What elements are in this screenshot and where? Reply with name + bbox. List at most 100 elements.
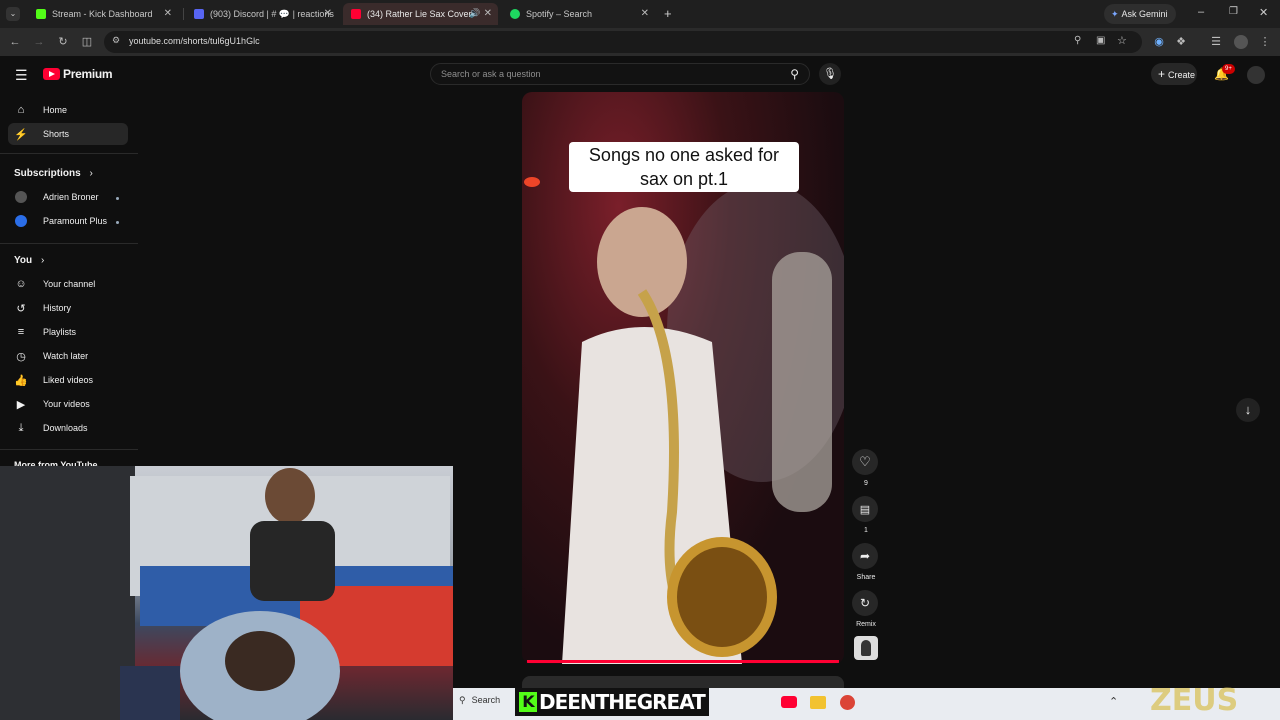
address-bar[interactable]: ⚙ youtube.com/shorts/tul6gU1hGlc ⚲ ▣ ☆ — [104, 31, 1142, 53]
sidebar-divider — [0, 449, 138, 450]
subscriptions-heading[interactable]: Subscriptions › — [14, 168, 93, 179]
sidebar-item-label: Liked videos — [43, 375, 94, 385]
folder-app-icon[interactable] — [810, 696, 826, 709]
install-app-icon[interactable]: ▣ — [1096, 35, 1105, 46]
close-tab-icon[interactable]: ✕ — [641, 8, 649, 19]
share-label: Share — [856, 574, 876, 581]
next-short-button[interactable]: ↓ — [1236, 398, 1260, 422]
tab-label: Spotify – Search — [526, 9, 593, 19]
minimize-window-icon[interactable]: – — [1198, 6, 1204, 18]
sidebar-item-label: Paramount Plus — [43, 216, 108, 226]
search-input[interactable]: Search or ask a question ⚲ — [430, 63, 810, 85]
sidebar-item-your-channel[interactable]: ☺ Your channel — [8, 273, 128, 295]
youtube-favicon-icon — [351, 9, 361, 19]
restore-window-icon[interactable]: ❐ — [1229, 6, 1238, 17]
channel-avatar — [15, 215, 27, 227]
close-tab-icon[interactable]: ✕ — [164, 8, 172, 19]
new-tab-icon[interactable]: + — [664, 6, 672, 21]
sidebar-item-label: Your videos — [43, 399, 90, 409]
tab-discord[interactable]: (903) Discord | # 💬 | reactions ✕ — [186, 3, 338, 25]
sidebar-item-your-videos[interactable]: ▶ Your videos — [8, 393, 128, 415]
tray-chevron-up-icon[interactable]: ⌃ — [1109, 695, 1118, 708]
zeus-watermark-logo: ZEUS — [1150, 683, 1239, 718]
webcam-video-image — [0, 466, 453, 720]
caption-line-1: Songs no one asked for — [588, 145, 780, 165]
sidebar-item-label: History — [43, 303, 72, 313]
close-window-icon[interactable]: ✕ — [1259, 6, 1268, 19]
chevron-right-icon: › — [89, 168, 93, 179]
clock-icon: ◷ — [16, 350, 26, 363]
tab-divider — [183, 8, 184, 20]
browser-toolbar: ← → ↻ ◫ ⚙ youtube.com/shorts/tul6gU1hGlc… — [0, 28, 1280, 56]
you-heading[interactable]: You › — [14, 255, 44, 266]
create-button[interactable]: + Create — [1151, 63, 1197, 85]
back-arrow-icon[interactable]: ← — [8, 35, 22, 49]
thumb-icon: 👍 — [14, 374, 28, 387]
sidebar-item-shorts[interactable]: ⚡ Shorts — [8, 123, 128, 145]
split-view-icon[interactable]: ◫ — [80, 35, 94, 49]
tab-youtube-short[interactable]: (34) Rather Lie Sax Cover - 🔊 ✕ — [343, 3, 498, 25]
sidebar-item-liked-videos[interactable]: 👍 Liked videos — [8, 369, 128, 391]
sidebar-item-home[interactable]: ⌂ Home — [8, 99, 128, 121]
remix-label: Remix — [856, 621, 876, 628]
close-tab-icon[interactable]: ✕ — [484, 8, 492, 19]
sidebar-item-adrien-broner[interactable]: Adrien Broner — [8, 186, 128, 208]
sidebar-item-paramount-plus[interactable]: Paramount Plus — [8, 210, 128, 232]
ask-gemini-button[interactable]: ✦ Ask Gemini — [1104, 4, 1176, 24]
share-button[interactable]: ➦ — [852, 543, 878, 569]
sidebar-item-label: Home — [43, 105, 68, 115]
profile-avatar-icon[interactable] — [1234, 35, 1248, 49]
reload-icon[interactable]: ↻ — [56, 35, 70, 49]
ask-gemini-label: Ask Gemini — [1121, 9, 1168, 19]
sidebar-item-watch-later[interactable]: ◷ Watch later — [8, 345, 128, 367]
streamer-name-overlay: K DEENTHEGREAT — [515, 688, 709, 716]
hamburger-menu-icon[interactable]: ☰ — [15, 67, 28, 84]
close-tab-icon[interactable]: ✕ — [324, 8, 332, 19]
reading-list-icon[interactable]: ☰ — [1209, 35, 1223, 49]
tab-search-dropdown-icon[interactable]: ⌄ — [6, 7, 20, 21]
remix-button[interactable]: ↻ — [852, 590, 878, 616]
chevron-right-icon: › — [40, 255, 45, 266]
tab-spotify[interactable]: Spotify – Search ✕ — [502, 3, 655, 25]
discord-favicon-icon — [194, 9, 204, 19]
zoom-icon[interactable]: ⚲ — [1074, 35, 1081, 46]
like-button[interactable]: ♡ — [852, 449, 878, 475]
search-icon[interactable]: ⚲ — [790, 67, 799, 81]
kick-k-logo-icon: K — [519, 692, 537, 712]
shorts-icon: ⚡ — [14, 128, 28, 141]
browser-menu-icon[interactable]: ⋮ — [1258, 35, 1272, 49]
forward-arrow-icon[interactable]: → — [32, 35, 46, 49]
sidebar-item-label: Shorts — [43, 129, 70, 139]
site-info-icon[interactable]: ⚙ — [112, 35, 120, 46]
youtube-app-icon[interactable] — [781, 696, 797, 708]
sidebar-item-playlists[interactable]: ≡ Playlists — [8, 321, 128, 343]
chrome-app-icon[interactable] — [840, 695, 855, 710]
person-icon: ☺ — [15, 278, 27, 290]
person-silhouette-icon — [861, 640, 871, 656]
tab-label: (903) Discord | # 💬 | reactions — [210, 8, 334, 19]
taskbar-search[interactable]: ⚲ Search — [459, 695, 500, 706]
youtube-header: ☰ Premium Search or ask a question ⚲ 🎙 +… — [0, 56, 1280, 94]
heart-icon: ♡ — [859, 454, 871, 469]
plus-icon: + — [1158, 67, 1166, 81]
sidebar-divider — [0, 153, 138, 154]
notification-count-badge: 9+ — [1222, 64, 1235, 74]
account-avatar[interactable] — [1247, 66, 1265, 84]
tab-kick-dashboard[interactable]: Stream - Kick Dashboard ✕ — [28, 3, 178, 25]
sidebar-item-downloads[interactable]: ⤓ Downloads — [8, 417, 128, 439]
url-text: youtube.com/shorts/tul6gU1hGlc — [129, 36, 260, 46]
sidebar-item-label: Playlists — [43, 327, 77, 337]
next-short-preview — [522, 676, 844, 688]
taskbar-search-label: Search — [471, 695, 501, 705]
bookmark-star-icon[interactable]: ☆ — [1117, 34, 1127, 47]
extension-badge-icon[interactable]: ◉ — [1152, 35, 1166, 49]
channel-avatar — [15, 191, 27, 203]
speaker-icon[interactable]: 🔊 — [469, 8, 480, 19]
comments-button[interactable]: ▤ — [852, 496, 878, 522]
spotify-favicon-icon — [510, 9, 520, 19]
sound-thumbnail[interactable] — [854, 636, 878, 660]
extensions-puzzle-icon[interactable]: ❖ — [1174, 35, 1188, 49]
sidebar-item-history[interactable]: ↺ History — [8, 297, 128, 319]
voice-search-mic-icon[interactable]: 🎙 — [819, 63, 841, 85]
youtube-premium-logo[interactable]: Premium — [43, 67, 113, 81]
